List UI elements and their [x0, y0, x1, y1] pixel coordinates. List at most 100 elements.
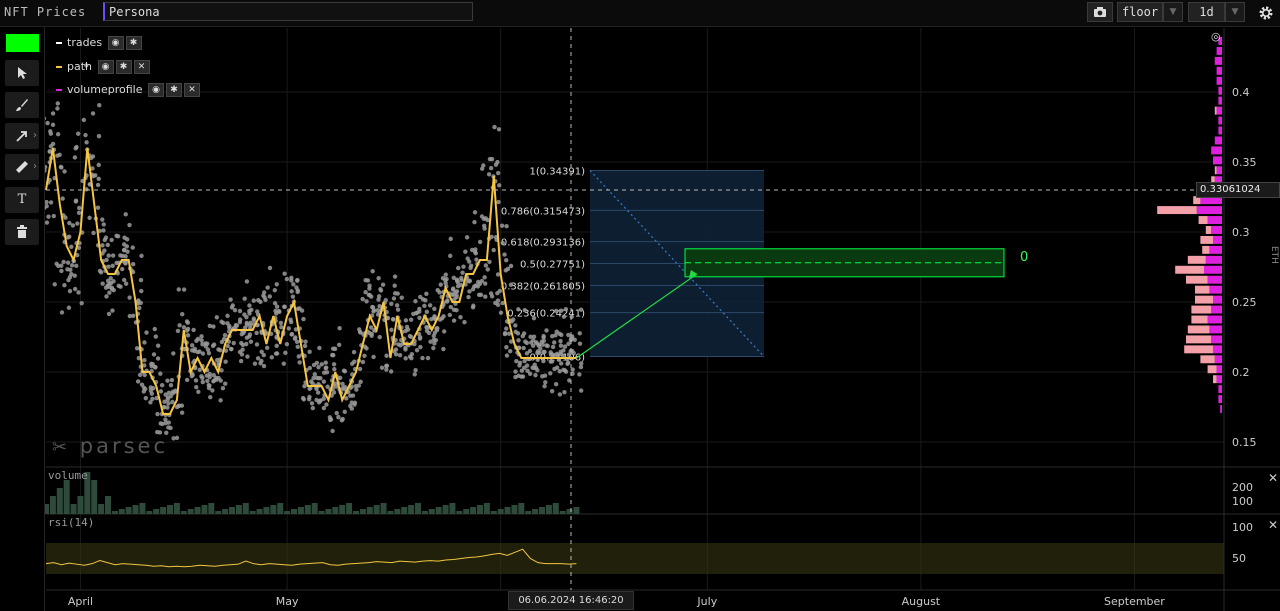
trade-point	[286, 326, 291, 331]
trade-point	[72, 273, 77, 278]
gear-icon[interactable]: ✱	[115, 60, 132, 74]
trade-point	[100, 243, 105, 248]
trade-point	[566, 341, 571, 347]
arrow-tool-chevron-icon[interactable]: ›	[33, 130, 37, 141]
trade-point	[531, 334, 537, 339]
trade-point	[74, 144, 79, 150]
volume-bar	[332, 507, 339, 514]
trade-point	[384, 363, 390, 368]
trade-point	[478, 292, 484, 297]
trade-point	[214, 315, 220, 320]
volume-bar	[201, 505, 208, 514]
eye-icon[interactable]: ◉	[97, 60, 114, 74]
delete-tool[interactable]	[5, 219, 39, 245]
color-swatch[interactable]	[6, 34, 39, 52]
trade-point	[297, 360, 302, 365]
trade-point	[488, 291, 494, 296]
volume-bar	[187, 509, 194, 514]
trade-point	[485, 267, 490, 272]
brush-icon	[16, 99, 28, 111]
y-tick-label: 0.35	[1232, 156, 1257, 169]
trade-point	[274, 304, 280, 309]
trade-point	[50, 111, 56, 116]
trade-point	[341, 386, 347, 392]
trade-point	[245, 354, 250, 359]
volume-profile-sell-bar	[1187, 325, 1210, 334]
trade-point	[259, 349, 264, 354]
trade-point	[358, 379, 363, 384]
trade-point	[500, 240, 505, 246]
trade-point	[200, 351, 206, 356]
trade-point	[504, 258, 509, 263]
trade-point	[434, 327, 440, 333]
trade-point	[530, 343, 536, 348]
trade-point	[217, 348, 223, 353]
trade-point	[130, 262, 136, 267]
trade-point	[472, 249, 478, 255]
interval-chevron-down-icon[interactable]: ▼	[1225, 2, 1245, 22]
trade-point	[185, 333, 191, 338]
trade-point	[181, 325, 187, 330]
text-tool[interactable]: T	[5, 187, 39, 213]
trade-point	[498, 310, 504, 315]
rsi-pane-close-icon[interactable]: ✕	[1268, 518, 1278, 532]
ruler-tool-chevron-icon[interactable]: ›	[33, 161, 37, 172]
gear-icon[interactable]: ✱	[166, 83, 182, 97]
trade-point	[559, 308, 564, 313]
volume-bar	[77, 496, 84, 514]
trade-point	[496, 127, 502, 132]
trade-point	[472, 210, 478, 215]
eye-icon[interactable]: ◉	[148, 83, 164, 97]
volume-profile-sell-bar	[1207, 365, 1217, 374]
trade-point	[334, 410, 339, 416]
eye-icon[interactable]: ◉	[107, 36, 124, 50]
trade-point	[321, 396, 326, 402]
cursor-tool[interactable]	[5, 60, 39, 86]
trade-point	[579, 361, 584, 366]
collection-search-input[interactable]: Persona	[103, 2, 473, 21]
volume-pane-close-icon[interactable]: ✕	[1268, 471, 1278, 485]
trade-point	[144, 330, 149, 335]
trade-point	[441, 329, 447, 334]
volume-bar	[91, 480, 98, 514]
metric-chevron-down-icon[interactable]: ▼	[1163, 2, 1183, 22]
trade-point	[148, 400, 153, 405]
brush-tool[interactable]	[5, 92, 39, 118]
volume-bar	[359, 509, 366, 514]
trade-point	[557, 369, 562, 374]
gear-icon[interactable]: ✱	[125, 36, 142, 50]
trade-point	[392, 283, 397, 288]
trade-point	[460, 270, 465, 275]
trade-point	[391, 296, 397, 301]
target-zone-label: 0	[1020, 250, 1029, 265]
metric-select[interactable]: floor	[1117, 2, 1163, 22]
settings-button[interactable]	[1256, 3, 1276, 23]
trade-point	[170, 399, 175, 405]
trade-point	[300, 395, 306, 401]
tool-sidebar: › › T	[0, 27, 45, 611]
trade-point	[294, 339, 300, 345]
trade-point	[68, 267, 73, 273]
pane-settings-icon[interactable]: ◎	[1211, 30, 1221, 43]
trade-point	[155, 356, 161, 361]
y-axis-label: ETH	[1269, 246, 1279, 264]
close-icon[interactable]: ✕	[184, 83, 200, 97]
close-icon[interactable]: ✕	[133, 60, 150, 74]
trade-point	[324, 402, 329, 407]
trade-point	[153, 334, 159, 339]
x-tick-label: April	[68, 595, 93, 608]
trade-point	[127, 222, 132, 228]
trade-point	[107, 290, 112, 295]
camera-button[interactable]	[1087, 2, 1113, 22]
interval-select[interactable]: 1d	[1188, 2, 1225, 22]
trade-point	[244, 320, 249, 326]
x-tick-label: July	[696, 595, 717, 608]
trade-point	[516, 307, 521, 312]
trade-point	[272, 288, 278, 293]
trade-point	[125, 249, 130, 254]
trade-point	[239, 352, 245, 357]
trade-point	[61, 259, 66, 265]
legend-swatch	[56, 66, 62, 68]
gear-icon	[1259, 6, 1273, 20]
trade-point	[459, 275, 464, 281]
